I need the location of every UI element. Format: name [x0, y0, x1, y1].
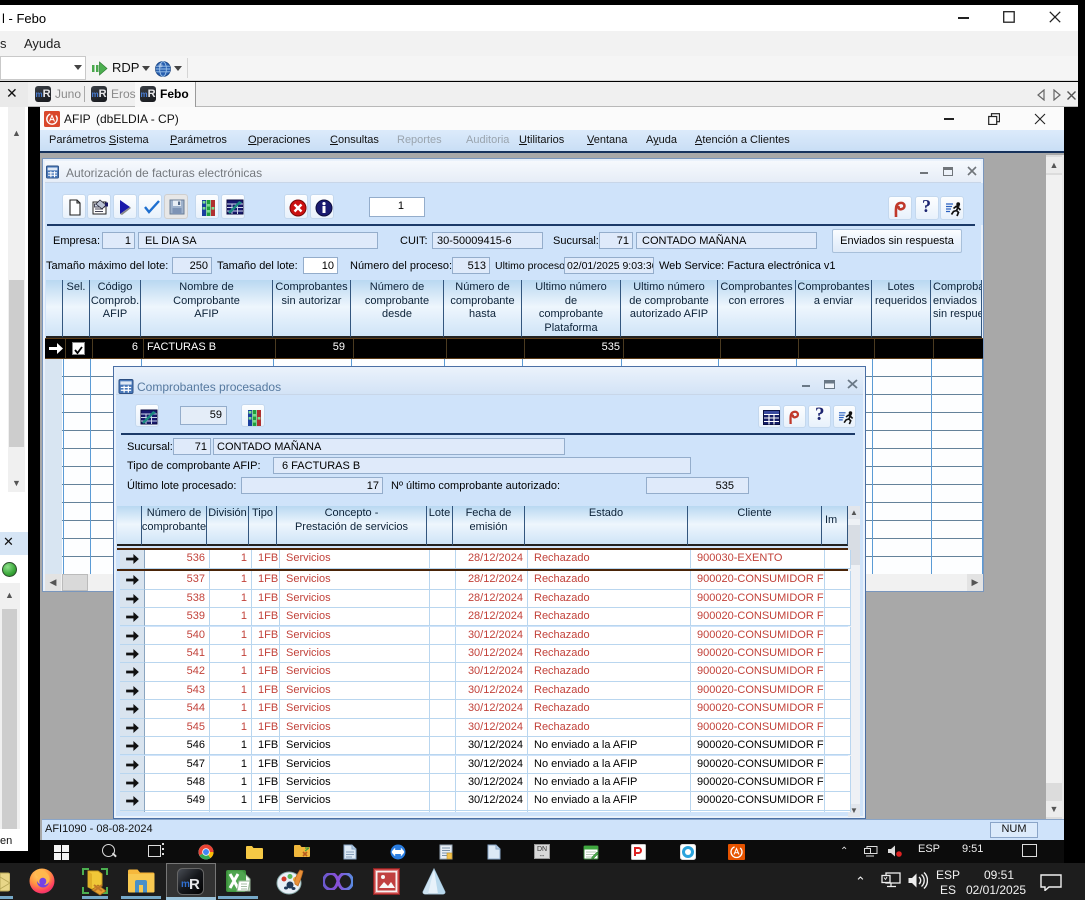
svg-text:R: R — [189, 876, 200, 893]
